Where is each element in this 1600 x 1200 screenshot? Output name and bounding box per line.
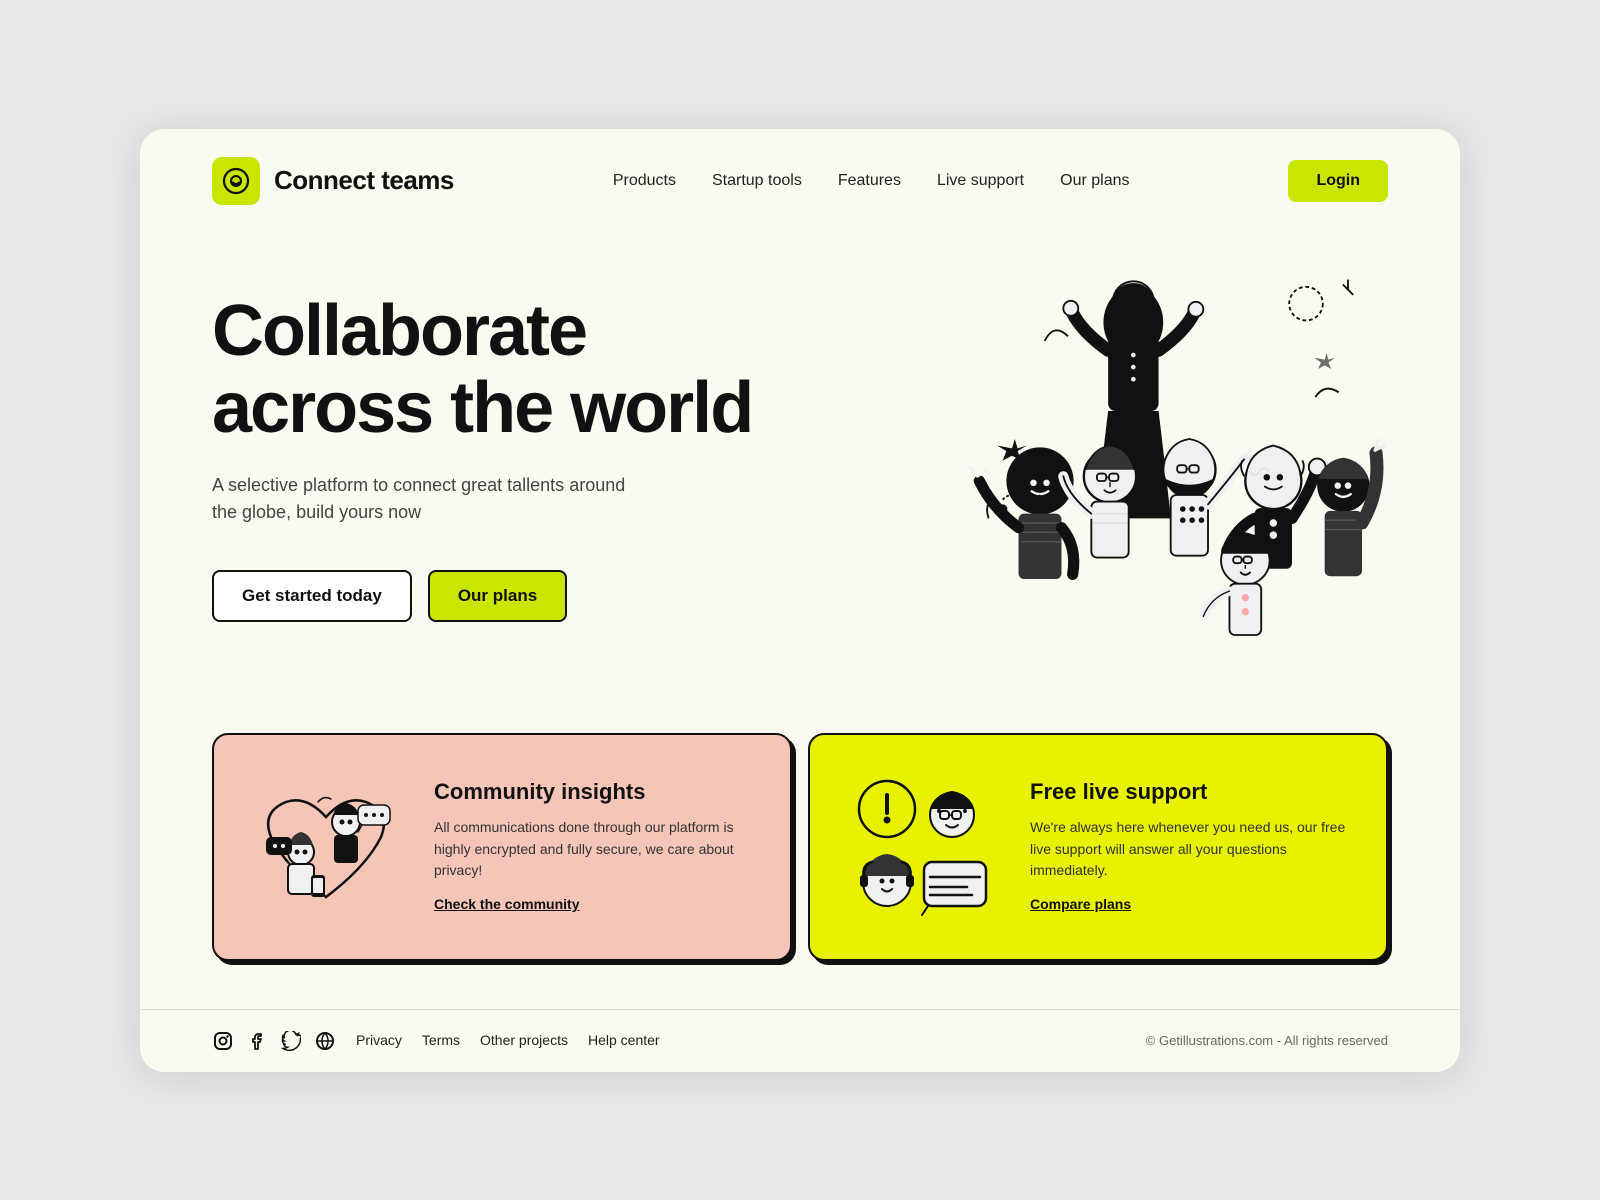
footer-copyright: © Getillustrations.com - All rights rese… <box>1146 1033 1388 1048</box>
community-card-content: Community insights All communications do… <box>434 779 758 914</box>
hero-subtitle: A selective platform to connect great ta… <box>212 472 652 526</box>
nav-item-products[interactable]: Products <box>613 172 676 190</box>
footer-help-center[interactable]: Help center <box>588 1032 660 1050</box>
brand-name: Connect teams <box>274 165 454 196</box>
login-button[interactable]: Login <box>1288 160 1388 202</box>
logo-icon <box>212 157 260 205</box>
live-support-card: Free live support We're always here when… <box>808 733 1388 961</box>
globe-icon[interactable] <box>314 1030 336 1052</box>
community-illustration <box>246 767 406 927</box>
community-svg <box>246 767 406 927</box>
our-plans-button[interactable]: Our plans <box>428 570 567 622</box>
support-illustration <box>842 767 1002 927</box>
footer-links: Privacy Terms Other projects Help center <box>356 1032 660 1050</box>
people-illustration <box>858 223 1418 683</box>
nav-links: Products Startup tools Features Live sup… <box>613 172 1130 190</box>
support-card-content: Free live support We're always here when… <box>1030 779 1354 914</box>
community-card-title: Community insights <box>434 779 758 805</box>
support-card-title: Free live support <box>1030 779 1354 805</box>
footer-other-projects[interactable]: Other projects <box>480 1032 568 1050</box>
hero-section: Collaborate across the world A selective… <box>140 233 1460 713</box>
cards-section: Community insights All communications do… <box>140 733 1460 1009</box>
community-insights-card: Community insights All communications do… <box>212 733 792 961</box>
footer-privacy[interactable]: Privacy <box>356 1032 402 1050</box>
hero-content: Collaborate across the world A selective… <box>212 253 828 623</box>
check-community-link[interactable]: Check the community <box>434 896 579 912</box>
nav-item-features[interactable]: Features <box>838 172 901 190</box>
support-svg <box>842 767 1002 927</box>
twitter-icon[interactable] <box>280 1030 302 1052</box>
page-container: Connect teams Products Startup tools Fea… <box>140 129 1460 1072</box>
footer: Privacy Terms Other projects Help center… <box>140 1009 1460 1072</box>
nav-item-live-support[interactable]: Live support <box>937 172 1024 190</box>
footer-left: Privacy Terms Other projects Help center <box>212 1030 660 1052</box>
hero-title: Collaborate across the world <box>212 293 792 449</box>
hero-illustration-area <box>828 253 1388 713</box>
community-card-desc: All communications done through our plat… <box>434 817 758 882</box>
compare-plans-link[interactable]: Compare plans <box>1030 896 1131 912</box>
logo-svg <box>222 167 250 195</box>
support-card-desc: We're always here whenever you need us, … <box>1030 817 1354 882</box>
social-icons <box>212 1030 336 1052</box>
hero-buttons: Get started today Our plans <box>212 570 828 622</box>
nav-item-startup-tools[interactable]: Startup tools <box>712 172 802 190</box>
footer-terms[interactable]: Terms <box>422 1032 460 1050</box>
facebook-icon[interactable] <box>246 1030 268 1052</box>
navbar: Connect teams Products Startup tools Fea… <box>140 129 1460 233</box>
get-started-button[interactable]: Get started today <box>212 570 412 622</box>
nav-item-our-plans[interactable]: Our plans <box>1060 172 1129 190</box>
logo-area: Connect teams <box>212 157 454 205</box>
instagram-icon[interactable] <box>212 1030 234 1052</box>
